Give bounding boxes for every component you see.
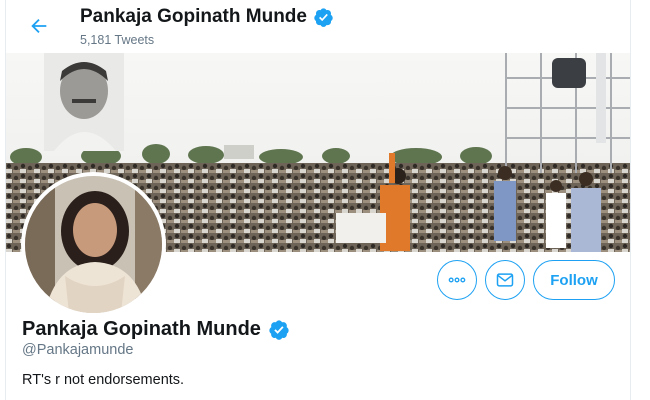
tweet-count: 5,181 Tweets bbox=[80, 33, 155, 47]
profile-avatar[interactable] bbox=[21, 172, 166, 317]
back-arrow-icon bbox=[31, 18, 47, 34]
profile-display-name: Pankaja Gopinath Munde bbox=[22, 318, 261, 340]
more-button[interactable] bbox=[437, 260, 477, 300]
envelope-icon bbox=[496, 273, 514, 287]
profile-page: Pankaja Gopinath Munde 5,181 Tweets Foll… bbox=[5, 0, 631, 400]
profile-handle: @Pankajamunde bbox=[22, 342, 134, 358]
more-icon bbox=[448, 277, 466, 283]
profile-actions: Follow bbox=[437, 260, 615, 300]
message-button[interactable] bbox=[485, 260, 525, 300]
follow-button[interactable]: Follow bbox=[533, 260, 615, 300]
back-button[interactable] bbox=[26, 13, 52, 39]
header-title: Pankaja Gopinath Munde bbox=[80, 6, 334, 28]
verified-badge-icon bbox=[269, 319, 289, 340]
profile-bio: RT's r not endorsements. bbox=[22, 372, 185, 388]
top-bar: Pankaja Gopinath Munde 5,181 Tweets bbox=[6, 0, 630, 52]
verified-badge-icon bbox=[314, 7, 333, 27]
profile-name: Pankaja Gopinath Munde bbox=[22, 318, 290, 341]
header-name: Pankaja Gopinath Munde bbox=[80, 6, 307, 27]
